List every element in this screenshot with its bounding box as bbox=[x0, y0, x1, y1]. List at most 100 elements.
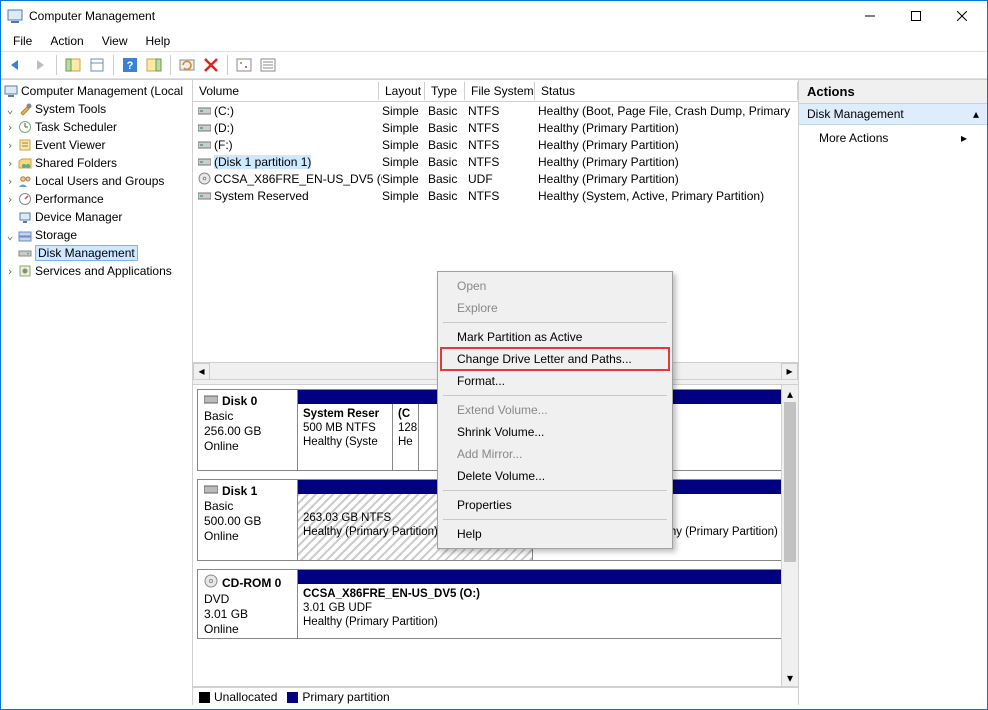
ctx-properties[interactable]: Properties bbox=[441, 494, 669, 516]
scroll-up-icon[interactable]: ▴ bbox=[782, 385, 798, 402]
actions-context-label: Disk Management bbox=[807, 107, 904, 121]
volume-fs: UDF bbox=[468, 172, 538, 186]
back-button[interactable] bbox=[5, 54, 27, 76]
col-fs[interactable]: File System bbox=[465, 82, 535, 100]
ctx-open: Open bbox=[441, 275, 669, 297]
cdrom-0[interactable]: CD-ROM 0 DVD 3.01 GB Online CCSA_X86FRE_… bbox=[197, 569, 794, 639]
volume-layout: Simple bbox=[382, 121, 428, 135]
col-type[interactable]: Type bbox=[425, 82, 465, 100]
expand-icon[interactable]: › bbox=[3, 157, 17, 170]
ctx-help[interactable]: Help bbox=[441, 523, 669, 545]
disk-type: Basic bbox=[204, 409, 291, 424]
volume-row[interactable]: (C:)SimpleBasicNTFSHealthy (Boot, Page F… bbox=[193, 102, 798, 119]
close-button[interactable] bbox=[939, 1, 985, 31]
volume-row[interactable]: System ReservedSimpleBasicNTFSHealthy (S… bbox=[193, 187, 798, 204]
col-volume[interactable]: Volume bbox=[193, 82, 379, 100]
tree-root-label: Computer Management (Local bbox=[21, 84, 183, 98]
menu-action[interactable]: Action bbox=[42, 32, 91, 50]
partition-size: 128 bbox=[398, 421, 413, 435]
disk-size: 3.01 GB bbox=[204, 607, 291, 622]
maximize-button[interactable] bbox=[893, 1, 939, 31]
disk-type: DVD bbox=[204, 592, 291, 607]
refresh-button[interactable] bbox=[176, 54, 198, 76]
tree-task-scheduler[interactable]: ›Task Scheduler bbox=[1, 118, 192, 136]
hdd-icon bbox=[204, 484, 218, 499]
actions-context[interactable]: Disk Management ▴ bbox=[799, 104, 987, 125]
expand-icon[interactable]: › bbox=[3, 121, 17, 134]
disk-mgmt-icon bbox=[17, 245, 33, 261]
collapse-icon[interactable]: ⌄ bbox=[3, 229, 17, 242]
disk-state: Online bbox=[204, 622, 291, 637]
expand-icon[interactable]: › bbox=[3, 139, 17, 152]
tree-event-viewer[interactable]: ›Event Viewer bbox=[1, 136, 192, 154]
disc-icon bbox=[204, 574, 218, 592]
tree-disk-management[interactable]: Disk Management bbox=[1, 244, 192, 262]
volume-layout: Simple bbox=[382, 138, 428, 152]
tree-item-label: Device Manager bbox=[35, 210, 122, 224]
forward-button[interactable] bbox=[29, 54, 51, 76]
volume-row[interactable]: (Disk 1 partition 1)SimpleBasicNTFSHealt… bbox=[193, 153, 798, 170]
ctx-format[interactable]: Format... bbox=[441, 370, 669, 392]
volume-status: Healthy (Primary Partition) bbox=[538, 121, 798, 135]
vertical-scrollbar[interactable]: ▴ ▾ bbox=[781, 385, 798, 686]
tree-item-label: Services and Applications bbox=[35, 264, 172, 278]
partition[interactable]: (C 128 He bbox=[393, 404, 419, 470]
action-pane-button[interactable] bbox=[143, 54, 165, 76]
collapse-icon[interactable]: ⌄ bbox=[3, 103, 17, 116]
tree-shared-folders[interactable]: ›Shared Folders bbox=[1, 154, 192, 172]
services-icon bbox=[17, 263, 33, 279]
svg-text:?: ? bbox=[127, 60, 134, 72]
menubar: File Action View Help bbox=[1, 31, 987, 51]
settings-icon[interactable] bbox=[233, 54, 255, 76]
actions-more[interactable]: More Actions ▸ bbox=[799, 125, 987, 151]
tree-services-apps[interactable]: › Services and Applications bbox=[1, 262, 192, 280]
menu-view[interactable]: View bbox=[94, 32, 136, 50]
expand-icon[interactable]: › bbox=[3, 265, 17, 278]
volume-layout: Simple bbox=[382, 104, 428, 118]
volume-row[interactable]: (F:)SimpleBasicNTFSHealthy (Primary Part… bbox=[193, 136, 798, 153]
scroll-right-icon[interactable]: ▸ bbox=[781, 363, 798, 380]
partition-label: System Reser bbox=[303, 407, 387, 421]
volume-type: Basic bbox=[428, 138, 468, 152]
tree-root[interactable]: Computer Management (Local bbox=[1, 82, 192, 100]
minimize-button[interactable] bbox=[847, 1, 893, 31]
volume-type: Basic bbox=[428, 104, 468, 118]
col-status[interactable]: Status bbox=[535, 82, 798, 100]
volume-type: Basic bbox=[428, 172, 468, 186]
expand-icon[interactable]: › bbox=[3, 175, 17, 188]
performance-icon bbox=[17, 191, 33, 207]
properties-button[interactable] bbox=[86, 54, 108, 76]
legend-label: Unallocated bbox=[214, 690, 277, 704]
volume-row[interactable]: (D:)SimpleBasicNTFSHealthy (Primary Part… bbox=[193, 119, 798, 136]
volume-name: (Disk 1 partition 1) bbox=[214, 155, 382, 169]
partition[interactable]: CCSA_X86FRE_EN-US_DV5 (O:) 3.01 GB UDF H… bbox=[298, 584, 574, 638]
volume-layout: Simple bbox=[382, 172, 428, 186]
drive-icon bbox=[197, 121, 211, 135]
volume-row[interactable]: CCSA_X86FRE_EN-US_DV5 (O:)SimpleBasicUDF… bbox=[193, 170, 798, 187]
list-icon[interactable] bbox=[257, 54, 279, 76]
tree-pane: Computer Management (Local ⌄ System Tool… bbox=[1, 80, 193, 705]
ctx-mark-active[interactable]: Mark Partition as Active bbox=[441, 326, 669, 348]
toolbar: ? bbox=[1, 51, 987, 79]
delete-icon[interactable] bbox=[200, 54, 222, 76]
col-layout[interactable]: Layout bbox=[379, 82, 425, 100]
tree-local-users[interactable]: ›Local Users and Groups bbox=[1, 172, 192, 190]
tree-performance[interactable]: ›Performance bbox=[1, 190, 192, 208]
expand-icon[interactable]: › bbox=[3, 193, 17, 206]
help-button[interactable]: ? bbox=[119, 54, 141, 76]
show-hide-tree-button[interactable] bbox=[62, 54, 84, 76]
menu-help[interactable]: Help bbox=[138, 32, 179, 50]
tools-icon bbox=[17, 101, 33, 117]
menu-file[interactable]: File bbox=[5, 32, 40, 50]
clock-icon bbox=[17, 119, 33, 135]
scroll-left-icon[interactable]: ◂ bbox=[193, 363, 210, 380]
ctx-shrink-volume[interactable]: Shrink Volume... bbox=[441, 421, 669, 443]
ctx-change-drive-letter[interactable]: Change Drive Letter and Paths... bbox=[441, 348, 669, 370]
tree-system-tools[interactable]: ⌄ System Tools bbox=[1, 100, 192, 118]
tree-storage[interactable]: ⌄ Storage bbox=[1, 226, 192, 244]
partition[interactable]: System Reser 500 MB NTFS Healthy (Syste bbox=[298, 404, 393, 470]
tree-device-manager[interactable]: Device Manager bbox=[1, 208, 192, 226]
legend-swatch-primary bbox=[287, 692, 298, 703]
scroll-down-icon[interactable]: ▾ bbox=[782, 669, 798, 686]
ctx-delete-volume[interactable]: Delete Volume... bbox=[441, 465, 669, 487]
